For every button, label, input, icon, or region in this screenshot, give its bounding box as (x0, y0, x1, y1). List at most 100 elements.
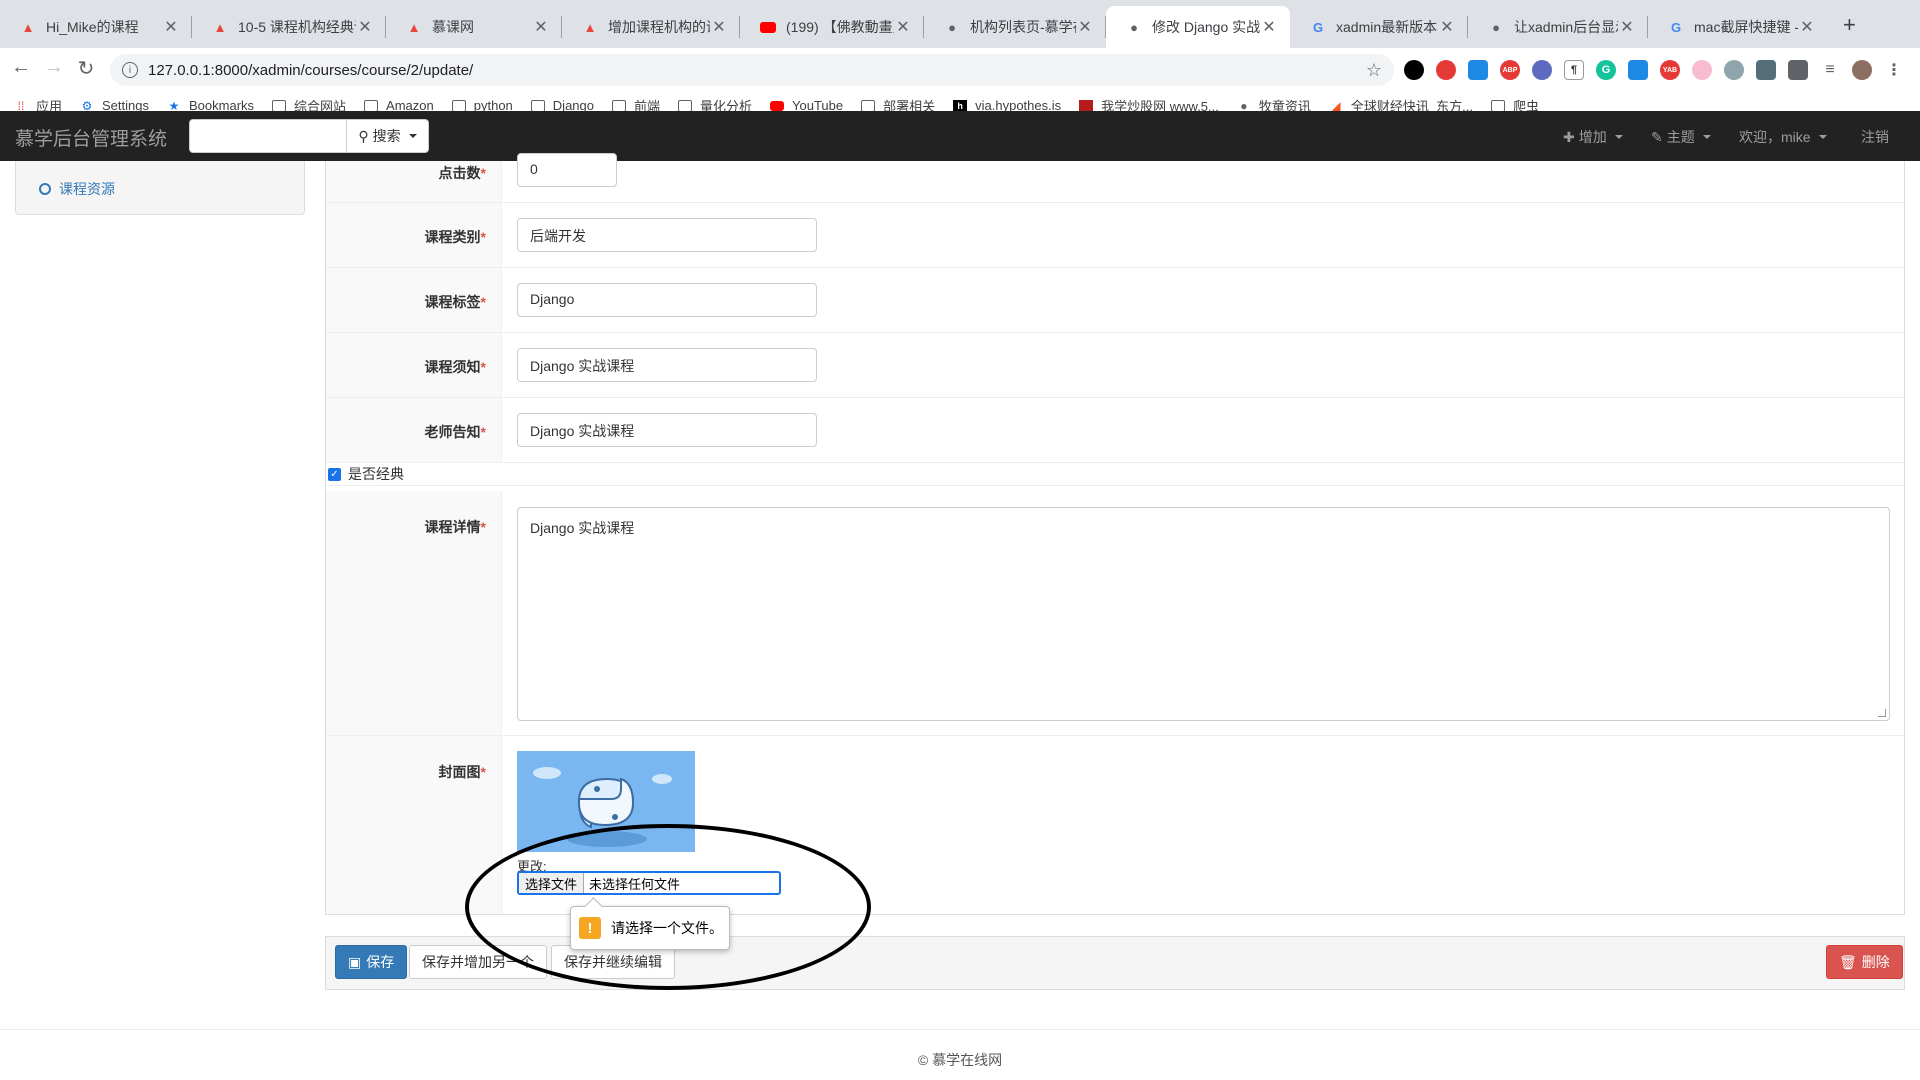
brand-title[interactable]: 慕学后台管理系统 (15, 124, 167, 151)
extension-icon[interactable] (1468, 60, 1488, 80)
address-bar[interactable]: i 127.0.0.1:8000/xadmin/courses/course/2… (110, 54, 1394, 86)
browser-tab-active[interactable]: ● 修改 Django 实战课程 ✕ (1106, 6, 1290, 48)
search-input[interactable] (189, 119, 347, 153)
close-icon[interactable]: ✕ (1438, 17, 1456, 37)
close-icon[interactable]: ✕ (356, 17, 374, 37)
star-icon: ★ (168, 98, 180, 113)
user-menu[interactable]: 欢迎，mike (1739, 127, 1827, 147)
is-classic-checkbox[interactable]: ✓ (328, 467, 341, 481)
tab-title: 增加课程机构的课程时 (608, 19, 710, 35)
extension-icon[interactable] (1436, 60, 1456, 80)
adblock-icon[interactable]: ABP (1500, 60, 1520, 80)
close-icon[interactable]: ✕ (162, 17, 180, 37)
google-icon: G (1312, 19, 1324, 35)
back-icon[interactable]: ← (7, 56, 35, 79)
extension-icon[interactable]: YAB (1660, 60, 1680, 80)
browser-tab[interactable]: ▲ 增加课程机构的课程时 ✕ (562, 6, 740, 48)
google-icon: G (1670, 19, 1682, 35)
logout-link[interactable]: 注销 (1861, 127, 1889, 147)
notice-input[interactable]: Django 实战课程 (517, 348, 817, 382)
forward-icon[interactable]: → (40, 56, 68, 79)
extension-icon[interactable] (1724, 60, 1744, 80)
close-icon[interactable]: ✕ (710, 17, 728, 37)
extension-icon[interactable] (1628, 60, 1648, 80)
close-icon[interactable]: ✕ (1798, 17, 1816, 37)
browser-tab[interactable]: ● 机构列表页-慕学在线 ✕ (924, 6, 1106, 48)
save-button[interactable]: ▣ 保存 (335, 945, 408, 979)
click-count-input[interactable]: 0 (517, 153, 617, 187)
reload-icon[interactable]: ↻ (72, 56, 100, 81)
flame-icon: ▲ (21, 19, 35, 35)
tab-title: 机构列表页-慕学在线 (970, 19, 1076, 35)
globe-icon: ● (1492, 19, 1500, 35)
sidebar: 课程资源 (15, 161, 305, 215)
extension-icon[interactable] (1756, 60, 1776, 80)
folder-icon (612, 99, 626, 112)
browser-tab[interactable]: ▲ 10-5 课程机构经典课 ✕ (192, 6, 386, 48)
folder-icon (272, 99, 287, 112)
delete-button[interactable]: 🗑 删除 (1826, 945, 1903, 979)
course-edit-form: 点击数* 0 课程类别* 后端开发 课程标签* Django 课程须知* Dja… (325, 153, 1905, 915)
url-text[interactable]: 127.0.0.1:8000/xadmin/courses/course/2/u… (148, 62, 1366, 79)
search-icon: ⚲ (358, 127, 369, 144)
chevron-down-icon (1702, 135, 1711, 139)
theme-menu-label: 主题 (1666, 129, 1695, 145)
extension-icon[interactable] (1692, 60, 1712, 80)
field-label: 课程详情* (424, 519, 486, 535)
close-icon[interactable]: ✕ (1076, 17, 1094, 37)
puzzle-icon[interactable] (1788, 60, 1808, 80)
browser-tab[interactable]: G mac截屏快捷键 - Goo ✕ (1648, 6, 1828, 48)
browser-tab[interactable]: G xadmin最新版本 修改 ✕ (1290, 6, 1468, 48)
tab-title: mac截屏快捷键 - Goo (1694, 19, 1798, 35)
detail-textarea[interactable]: Django 实战课程 (517, 507, 1890, 721)
close-icon[interactable]: ✕ (532, 17, 550, 37)
logout-label: 注销 (1861, 129, 1889, 145)
footer-copyright: © 慕学在线网 (917, 1052, 1003, 1068)
grammarly-icon[interactable]: G (1596, 60, 1616, 80)
close-icon[interactable]: ✕ (1260, 17, 1278, 37)
form-row-teacher-tell: 老师告知* Django 实战课程 (326, 398, 1904, 463)
admin-navbar: 慕学后台管理系统 ⚲ 搜索 ✚ 增加 ✎ 主题 欢迎，mike 注销 (0, 111, 1920, 161)
tab-title: 修改 Django 实战课程 (1152, 19, 1260, 35)
teacher-tell-input[interactable]: Django 实战课程 (517, 413, 817, 447)
tab-title: 慕课网 (432, 19, 474, 35)
annotation-ellipse (465, 824, 871, 990)
extension-icon[interactable]: ¶ (1564, 60, 1584, 80)
avatar-icon[interactable] (1852, 60, 1872, 80)
field-label: 课程标签* (424, 294, 486, 310)
info-icon[interactable]: i (122, 62, 138, 78)
theme-menu[interactable]: ✎ 主题 (1651, 127, 1711, 147)
folder-icon (451, 99, 466, 112)
bookmark-star-icon[interactable]: ☆ (1366, 60, 1382, 81)
close-icon[interactable]: ✕ (1618, 17, 1636, 37)
stock-icon (1079, 99, 1094, 112)
checkbox-label: 是否经典 (348, 466, 404, 482)
extension-icon[interactable] (1532, 60, 1552, 80)
form-row-detail: 课程详情* Django 实战课程 (326, 491, 1904, 736)
tag-input[interactable]: Django (517, 283, 817, 317)
tab-title: 10-5 课程机构经典课 (238, 19, 356, 35)
form-row-click-count: 点击数* 0 (326, 153, 1904, 203)
browser-tab[interactable]: ▲ 慕课网 ✕ (386, 6, 562, 48)
chevron-down-icon (1614, 135, 1623, 139)
close-icon[interactable]: ✕ (894, 17, 912, 37)
browser-tab[interactable]: (199) 【佛教動畫】大 ✕ (740, 6, 924, 48)
tab-title: xadmin最新版本 修改 (1336, 19, 1438, 35)
add-menu-label: 增加 (1578, 129, 1607, 145)
category-input[interactable]: 后端开发 (517, 218, 817, 252)
field-label: 封面图* (438, 764, 486, 780)
media-icon[interactable]: ≡ (1820, 60, 1840, 80)
extension-icon[interactable] (1404, 60, 1424, 80)
resize-handle-icon[interactable] (1878, 709, 1886, 717)
globe-icon: ● (1130, 19, 1138, 35)
chevron-down-icon (408, 134, 417, 138)
folder-icon (678, 99, 693, 112)
search-button[interactable]: ⚲ 搜索 (347, 119, 429, 153)
browser-tab[interactable]: ● 让xadmin后台显示上 ✕ (1468, 6, 1648, 48)
add-menu[interactable]: ✚ 增加 (1563, 127, 1623, 147)
new-tab-icon[interactable]: + (1843, 12, 1856, 38)
browser-tab[interactable]: ▲ Hi_Mike的课程 ✕ (0, 6, 192, 48)
sidebar-item-course-resource[interactable]: 课程资源 (39, 179, 115, 199)
menu-icon[interactable]: ⋮ (1884, 60, 1904, 80)
circle-icon (39, 183, 51, 195)
